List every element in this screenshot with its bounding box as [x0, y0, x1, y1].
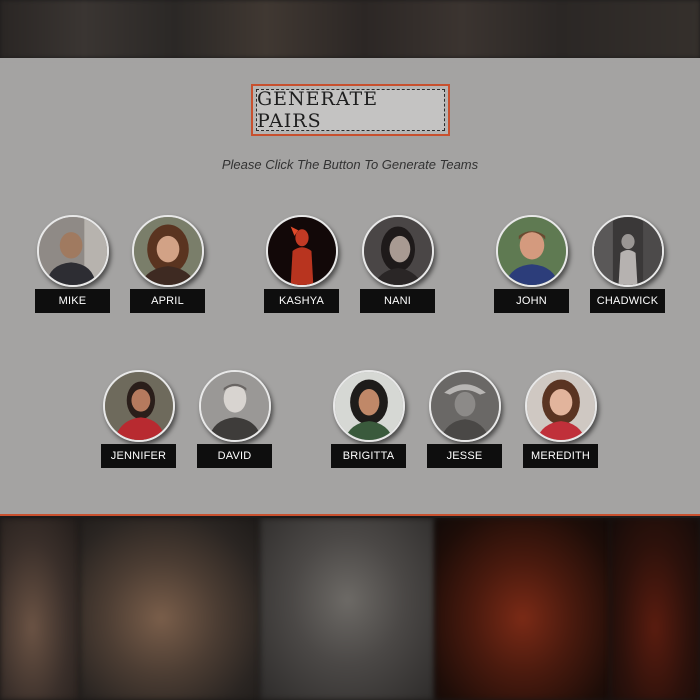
background-tile	[435, 518, 610, 700]
name-tag-chadwick: CHADWICK	[590, 289, 665, 313]
avatar-mike	[37, 215, 109, 287]
name-tag-david: DAVID	[197, 444, 272, 468]
background-photo-strip-top	[0, 0, 700, 58]
name-tag-jesse: JESSE	[427, 444, 502, 468]
generate-pairs-button[interactable]: GENERATE PAIRS	[251, 84, 450, 136]
name-tag-kashya: KASHYA	[264, 289, 339, 313]
avatar-chadwick	[592, 215, 664, 287]
name-tag-meredith: MEREDITH	[523, 444, 598, 468]
instruction-text: Please Click The Button To Generate Team…	[221, 157, 479, 172]
portrait-john-icon	[498, 217, 566, 285]
avatar-david	[199, 370, 271, 442]
name-tag-april: APRIL	[130, 289, 205, 313]
portrait-kashya-icon	[268, 217, 336, 285]
portrait-meredith-icon	[527, 372, 595, 440]
name-tag-mike: MIKE	[35, 289, 110, 313]
avatar-brigitta	[333, 370, 405, 442]
portrait-april-icon	[134, 217, 202, 285]
avatar-april	[132, 215, 204, 287]
avatar-nani	[362, 215, 434, 287]
avatar-jesse	[429, 370, 501, 442]
background-tile	[260, 518, 435, 700]
name-tag-jennifer: JENNIFER	[101, 444, 176, 468]
avatar-jennifer	[103, 370, 175, 442]
name-tag-nani: NANI	[360, 289, 435, 313]
portrait-jennifer-icon	[105, 372, 173, 440]
avatar-john	[496, 215, 568, 287]
portrait-brigitta-icon	[335, 372, 403, 440]
background-tile	[80, 518, 260, 700]
name-tag-john: JOHN	[494, 289, 569, 313]
background-tile	[610, 518, 700, 700]
name-tag-brigitta: BRIGITTA	[331, 444, 406, 468]
portrait-chadwick-icon	[594, 217, 662, 285]
portrait-mike-icon	[39, 217, 107, 285]
avatar-kashya	[266, 215, 338, 287]
portrait-david-icon	[201, 372, 269, 440]
background-photo-strip-bottom	[0, 518, 700, 700]
portrait-jesse-icon	[431, 372, 499, 440]
generate-pairs-label: GENERATE PAIRS	[256, 88, 445, 132]
portrait-nani-icon	[364, 217, 432, 285]
avatar-meredith	[525, 370, 597, 442]
background-tile	[0, 518, 80, 700]
